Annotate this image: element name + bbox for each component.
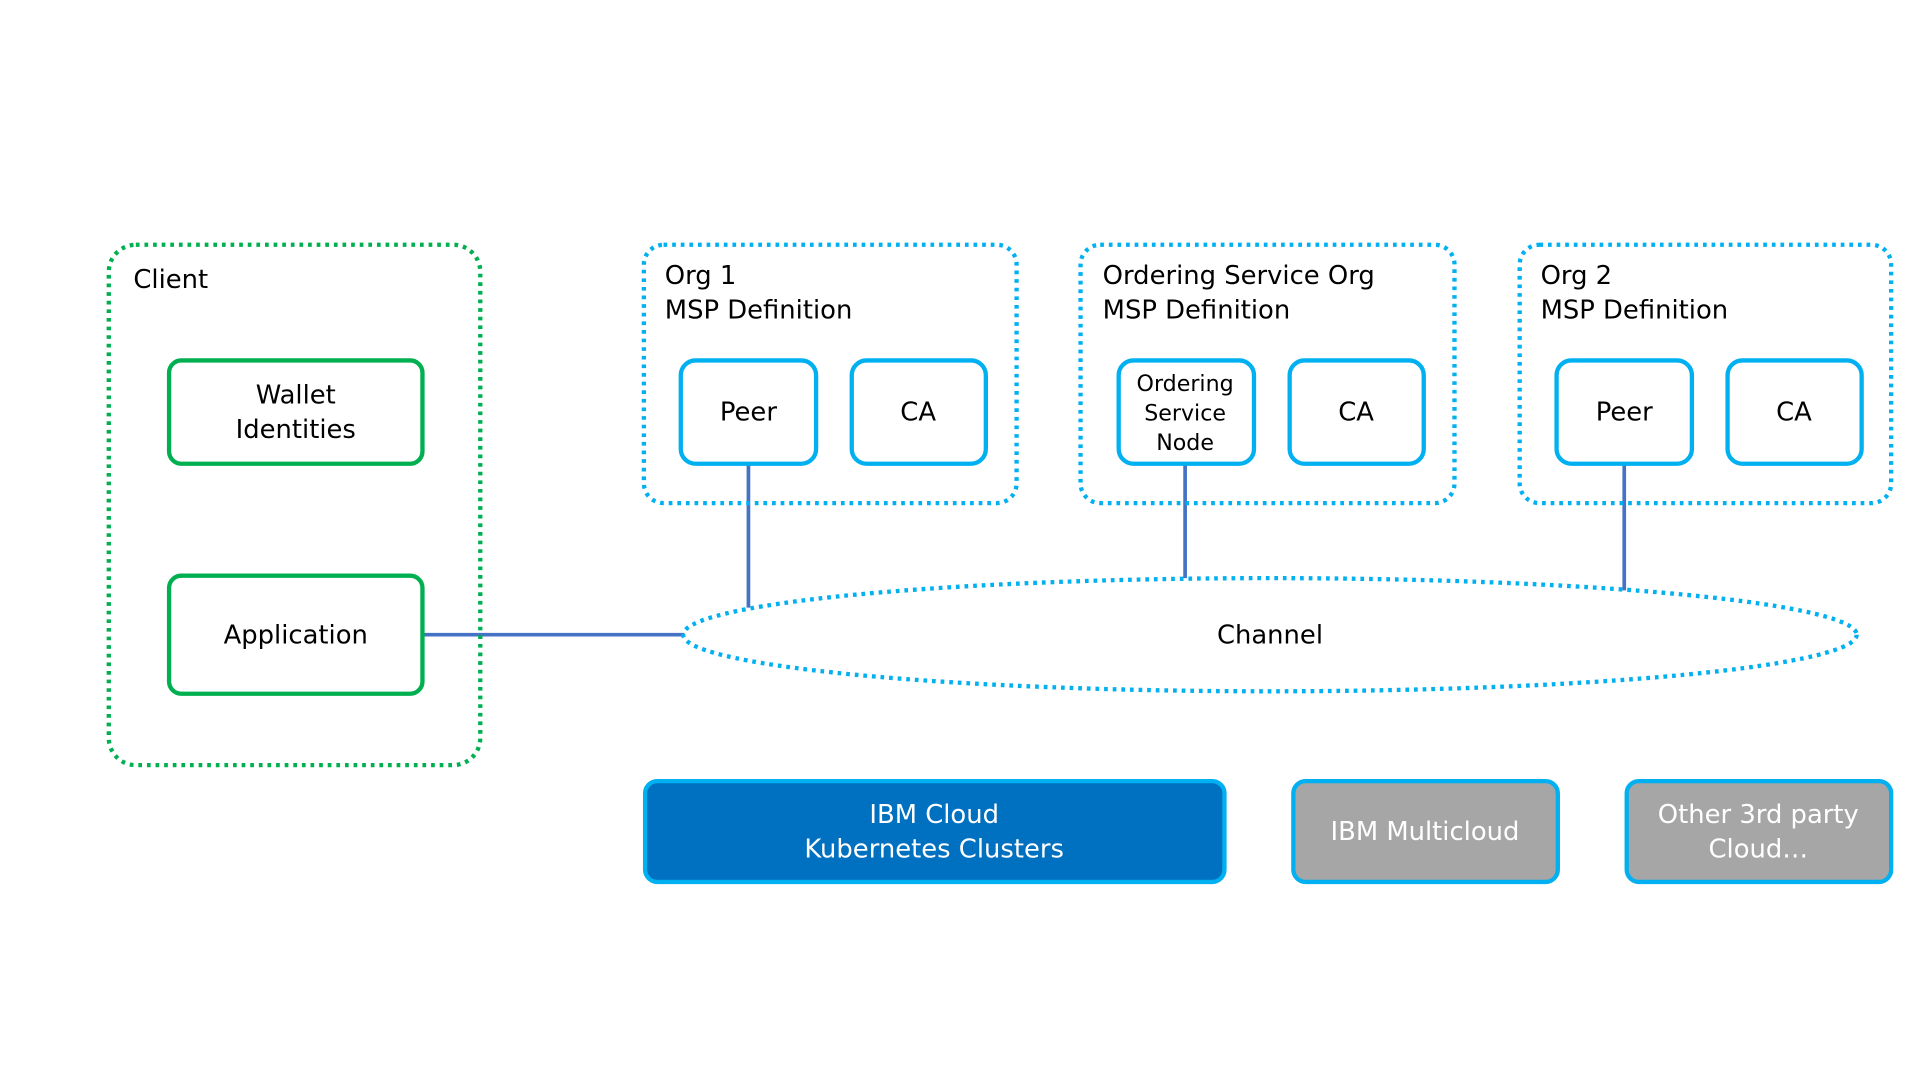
diagram: Client Wallet Identities Application Org… — [106, 242, 1894, 885]
org2-group: Org 2 MSP Definition Peer CA — [1517, 242, 1894, 506]
client-group: Client Wallet Identities Application — [106, 242, 483, 768]
ibm-cloud-box[interactable]: IBM Cloud Kubernetes Clusters — [642, 778, 1227, 885]
ordering-node-label-1: Ordering — [1137, 371, 1234, 397]
wallet-identities-box[interactable] — [166, 358, 425, 466]
ibm-cloud-label-2: Kubernetes Clusters — [804, 834, 1064, 864]
ibm-multicloud-box[interactable]: IBM Multicloud — [1291, 778, 1560, 885]
other-cloud-label-1: Other 3rd party — [1658, 800, 1859, 830]
other-cloud-box[interactable]: Other 3rd party Cloud… — [1624, 778, 1894, 885]
wallet-label: Wallet — [256, 380, 336, 410]
application-label: Application — [224, 620, 368, 650]
ordering-ca-label: CA — [1338, 398, 1374, 428]
org1-group: Org 1 MSP Definition Peer CA — [641, 242, 1019, 506]
channel: Channel — [681, 575, 1859, 694]
ordering-org-subtitle: MSP Definition — [1103, 296, 1291, 326]
org2-subtitle: MSP Definition — [1541, 296, 1729, 326]
ibm-cloud-label-1: IBM Cloud — [869, 800, 999, 830]
client-title: Client — [133, 265, 208, 295]
org1-ca-label: CA — [900, 398, 936, 428]
ordering-org-group: Ordering Service Org MSP Definition Orde… — [1078, 242, 1457, 506]
ordering-org-title: Ordering Service Org — [1103, 261, 1375, 291]
org1-title: Org 1 — [665, 261, 737, 291]
identities-label: Identities — [236, 415, 356, 445]
ordering-node-label-2: Service — [1144, 401, 1226, 427]
ordering-node-label-3: Node — [1156, 430, 1214, 456]
org2-peer-label: Peer — [1596, 398, 1653, 428]
other-cloud-label-2: Cloud… — [1709, 834, 1809, 864]
org2-title: Org 2 — [1541, 261, 1613, 291]
ibm-multicloud-label: IBM Multicloud — [1331, 817, 1520, 847]
org1-subtitle: MSP Definition — [665, 296, 853, 326]
channel-label: Channel — [1217, 620, 1323, 650]
org2-ca-label: CA — [1776, 398, 1812, 428]
org1-peer-label: Peer — [720, 398, 777, 428]
